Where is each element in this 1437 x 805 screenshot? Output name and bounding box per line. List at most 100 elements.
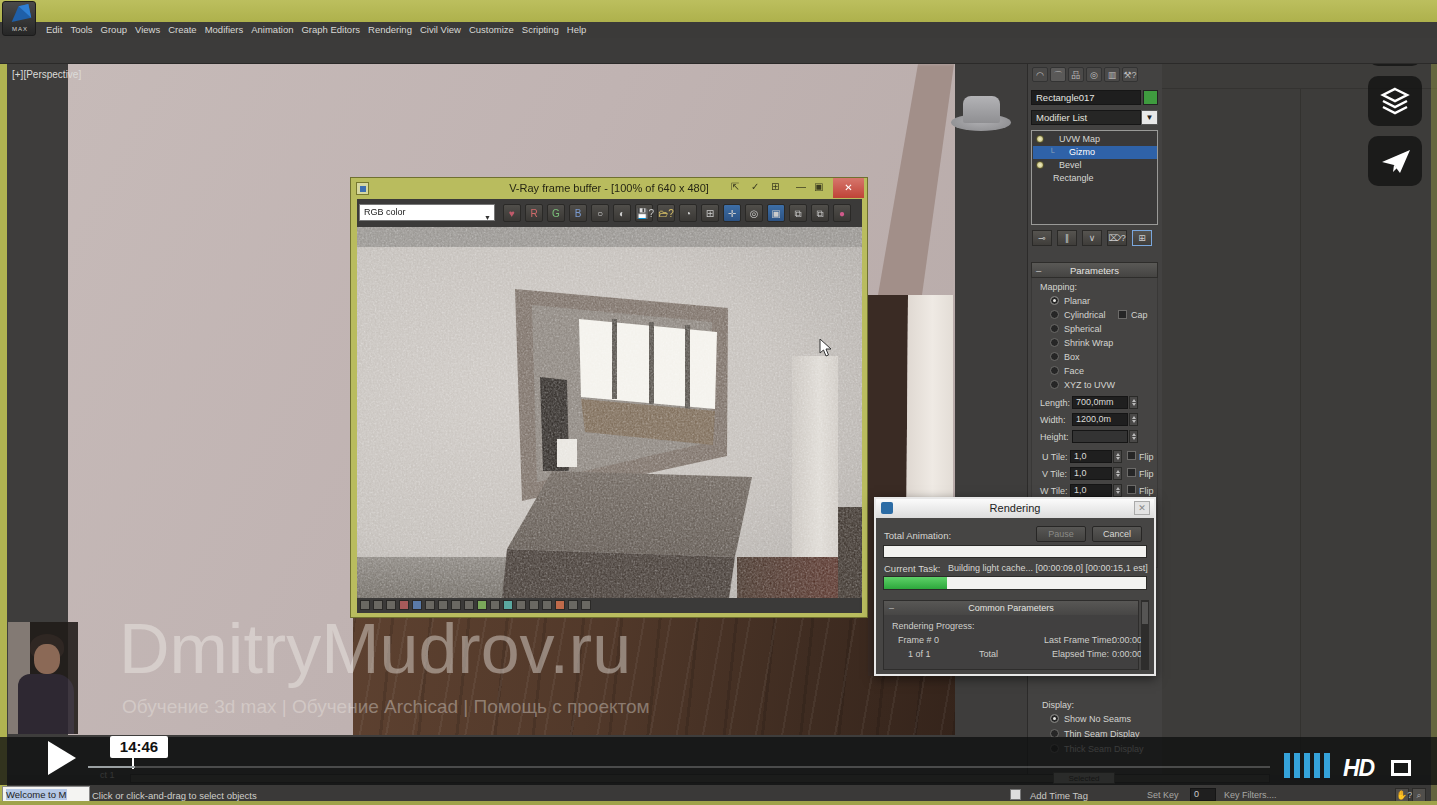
u-tile-field[interactable]: 1,0: [1070, 450, 1112, 463]
stack-item-rectangle[interactable]: Rectangle: [1033, 172, 1157, 185]
visibility-bulb-icon[interactable]: [1036, 161, 1044, 169]
cap-checkbox[interactable]: [1118, 310, 1127, 319]
vfb-minimize-button[interactable]: —: [796, 181, 806, 192]
radio-box[interactable]: [1050, 352, 1059, 361]
length-spinner[interactable]: [1129, 396, 1138, 409]
add-time-tag[interactable]: Add Time Tag: [1030, 790, 1088, 801]
key-filters-button[interactable]: Key Filters....: [1224, 790, 1277, 800]
make-unique-button[interactable]: ∨: [1082, 230, 1102, 246]
vfb-load-icon[interactable]: 🗁?: [657, 204, 675, 222]
v-tile-spinner[interactable]: [1113, 467, 1122, 480]
height-field[interactable]: [1072, 430, 1128, 443]
width-spinner[interactable]: [1129, 413, 1138, 426]
visibility-bulb-icon[interactable]: [1036, 135, 1044, 143]
play-button[interactable]: [48, 741, 76, 775]
length-field[interactable]: 700,0mm: [1072, 396, 1128, 409]
vfb-pin-icon[interactable]: ✓: [751, 181, 759, 192]
tab-display-icon[interactable]: ▥: [1104, 67, 1120, 82]
radio-xyz[interactable]: [1050, 380, 1059, 389]
rendering-dialog-titlebar[interactable]: Rendering: [876, 499, 1154, 518]
menu-civil-view[interactable]: Civil View: [416, 22, 465, 38]
menu-create[interactable]: Create: [164, 22, 201, 38]
key-value-field[interactable]: 0: [1190, 788, 1216, 801]
menu-animation[interactable]: Animation: [247, 22, 297, 38]
stack-item-bevel[interactable]: Bevel: [1033, 159, 1157, 172]
volume-bar[interactable]: [1314, 753, 1320, 778]
volume-bar[interactable]: [1284, 753, 1290, 778]
height-spinner[interactable]: [1129, 430, 1138, 443]
v-flip-checkbox[interactable]: [1127, 468, 1136, 477]
vfb-save-icon[interactable]: 💾?: [635, 204, 653, 222]
tab-create-icon[interactable]: ◠: [1032, 67, 1048, 82]
u-flip-checkbox[interactable]: [1127, 451, 1136, 460]
app-logo[interactable]: MAX: [2, 1, 36, 36]
vfb-alpha-icon[interactable]: ○: [591, 204, 609, 222]
object-name-field[interactable]: Rectangle017: [1031, 90, 1141, 105]
zoom-icon[interactable]: ⌕: [1412, 788, 1426, 802]
stack-item-gizmo[interactable]: └Gizmo: [1033, 146, 1157, 159]
menu-customize[interactable]: Customize: [465, 22, 518, 38]
radio-show-no-seams[interactable]: [1050, 714, 1059, 723]
radio-face[interactable]: [1050, 366, 1059, 375]
menu-tools[interactable]: Tools: [66, 22, 96, 38]
vfb-history-icon[interactable]: ⧉: [811, 204, 829, 222]
configure-modifier-sets-button[interactable]: ⊞: [1132, 230, 1152, 246]
width-field[interactable]: 1200,0m: [1072, 413, 1128, 426]
tab-modify-icon[interactable]: ⌒: [1050, 67, 1066, 82]
menu-group[interactable]: Group: [97, 22, 131, 38]
vfb-track-mouse-icon[interactable]: ✛: [723, 204, 741, 222]
radio-cylindrical[interactable]: [1050, 310, 1059, 319]
remove-modifier-button[interactable]: ⌦?: [1107, 230, 1127, 246]
w-flip-checkbox[interactable]: [1127, 485, 1136, 494]
add-to-collection-button[interactable]: [1368, 76, 1422, 126]
vfb-close-button[interactable]: ✕: [833, 178, 864, 198]
volume-bar[interactable]: [1304, 753, 1310, 778]
vfb-mono-icon[interactable]: ◐: [613, 204, 631, 222]
tab-utilities-icon[interactable]: ⚒?: [1122, 67, 1138, 82]
tab-motion-icon[interactable]: ◎: [1086, 67, 1102, 82]
pan-icon[interactable]: ✋?: [1395, 788, 1409, 802]
dialog-scrollbar[interactable]: [1141, 600, 1149, 670]
vfb-expand-icon[interactable]: ⊞: [771, 181, 779, 192]
set-key-label[interactable]: Set Key: [1147, 790, 1179, 800]
object-color-swatch[interactable]: [1143, 90, 1158, 105]
vfb-titlebar[interactable]: V-Ray frame buffer - [100% of 640 x 480]: [351, 178, 867, 199]
time-tag-icon[interactable]: [1010, 789, 1021, 800]
volume-bar[interactable]: [1294, 753, 1300, 778]
vfb-compare-icon[interactable]: ▣: [767, 204, 785, 222]
parameters-rollout-header[interactable]: –Parameters: [1031, 262, 1158, 278]
menu-scripting[interactable]: Scripting: [518, 22, 563, 38]
radio-planar[interactable]: [1050, 296, 1059, 305]
u-tile-spinner[interactable]: [1113, 450, 1122, 463]
vfb-blue-channel-icon[interactable]: B: [569, 204, 587, 222]
viewport-label[interactable]: [+][Perspective]: [12, 69, 81, 80]
rendering-dialog-close[interactable]: ✕: [1134, 501, 1150, 515]
volume-bar[interactable]: [1324, 753, 1330, 778]
modifier-list-arrow[interactable]: ▼: [1141, 110, 1158, 125]
vfb-red-channel-icon[interactable]: R: [525, 204, 543, 222]
tab-hierarchy-icon[interactable]: 品: [1068, 67, 1084, 82]
vfb-green-channel-icon[interactable]: G: [547, 204, 565, 222]
w-tile-field[interactable]: 1,0: [1070, 484, 1112, 497]
menu-help[interactable]: Help: [563, 22, 591, 38]
vfb-channel-dropdown[interactable]: RGB color▼: [359, 204, 495, 221]
menu-graph-editors[interactable]: Graph Editors: [297, 22, 364, 38]
show-end-result-button[interactable]: ∥: [1057, 230, 1077, 246]
player-timeline[interactable]: [88, 766, 1270, 768]
vfb-clear-icon[interactable]: ◔: [679, 204, 697, 222]
vfb-color-correction-icon[interactable]: ●: [833, 204, 851, 222]
radio-shrinkwrap[interactable]: [1050, 338, 1059, 347]
w-tile-spinner[interactable]: [1113, 484, 1122, 497]
vfb-duplicate-icon[interactable]: ⊞: [701, 204, 719, 222]
vfb-ab-icon[interactable]: ⧉: [789, 204, 807, 222]
vfb-dock-icon[interactable]: ⇱: [731, 181, 739, 192]
v-tile-field[interactable]: 1,0: [1070, 467, 1112, 480]
menu-rendering[interactable]: Rendering: [364, 22, 416, 38]
vfb-region-icon[interactable]: ◎: [745, 204, 763, 222]
stack-item-uvwmap[interactable]: UVW Map: [1033, 133, 1157, 146]
cancel-button[interactable]: Cancel: [1092, 526, 1142, 542]
vfb-maximize-button[interactable]: ▣: [814, 181, 823, 192]
pause-button[interactable]: Pause: [1036, 526, 1086, 542]
menu-modifiers[interactable]: Modifiers: [201, 22, 248, 38]
common-parameters-header[interactable]: –Common Parameters: [884, 601, 1138, 615]
